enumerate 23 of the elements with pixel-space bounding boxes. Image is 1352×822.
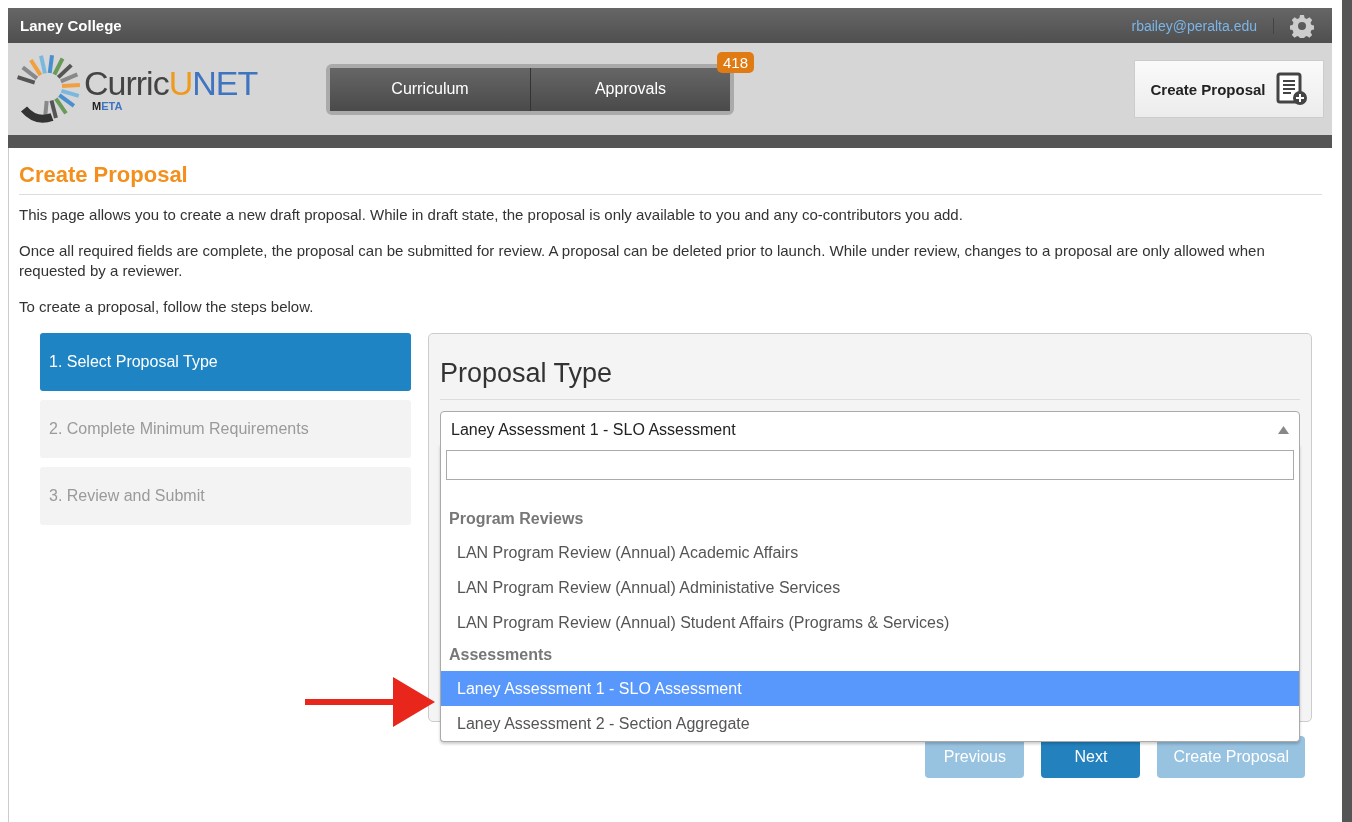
page-title: Create Proposal bbox=[19, 162, 1322, 195]
panel-title: Proposal Type bbox=[440, 334, 1300, 400]
brand-subtitle: META bbox=[92, 100, 124, 112]
dropdown-option[interactable]: LAN Program Review (Annual) Academic Affairs bbox=[441, 535, 1299, 570]
count-badge: 418 bbox=[716, 51, 754, 73]
college-name: Laney College bbox=[20, 17, 122, 34]
intro-paragraph: To create a proposal, follow the steps below. bbox=[19, 297, 315, 317]
dropdown-option[interactable]: LAN Program Review (Annual) Student Affairs (Programs & Services) bbox=[441, 605, 1299, 640]
nav-tab[interactable]: Approvals bbox=[530, 67, 730, 111]
intro-paragraph: This page allows you to create a new draft proposal. While in draft state, the proposal is only available to you and any co-contributors you add. bbox=[19, 205, 964, 225]
step-tab[interactable]: 1. Select Proposal Type bbox=[40, 333, 411, 391]
dropdown-option[interactable]: LAN Program Review (Annual) Administative Services bbox=[441, 570, 1299, 605]
settings-icon[interactable] bbox=[1290, 13, 1314, 38]
document-add-icon bbox=[1275, 72, 1308, 106]
pointer-arrow-icon bbox=[305, 677, 435, 727]
intro-paragraph: Once all required fields are complete, the proposal can be submitted for review. A proposal can be deleted prior to launch. While under review, changes to a proposal are only allowed when requested by a reviewer. bbox=[19, 241, 1266, 281]
brand-logo-text: CurricUNET bbox=[84, 66, 258, 100]
dropdown-search-field[interactable] bbox=[446, 450, 1294, 480]
option-group-label: Assessments bbox=[448, 645, 554, 665]
caret-icon bbox=[1278, 425, 1289, 434]
option-group-label: Program Reviews bbox=[448, 509, 585, 529]
nav-tab[interactable]: Curriculum bbox=[330, 67, 530, 111]
create-proposal-button[interactable]: Create Proposal bbox=[1134, 60, 1324, 118]
